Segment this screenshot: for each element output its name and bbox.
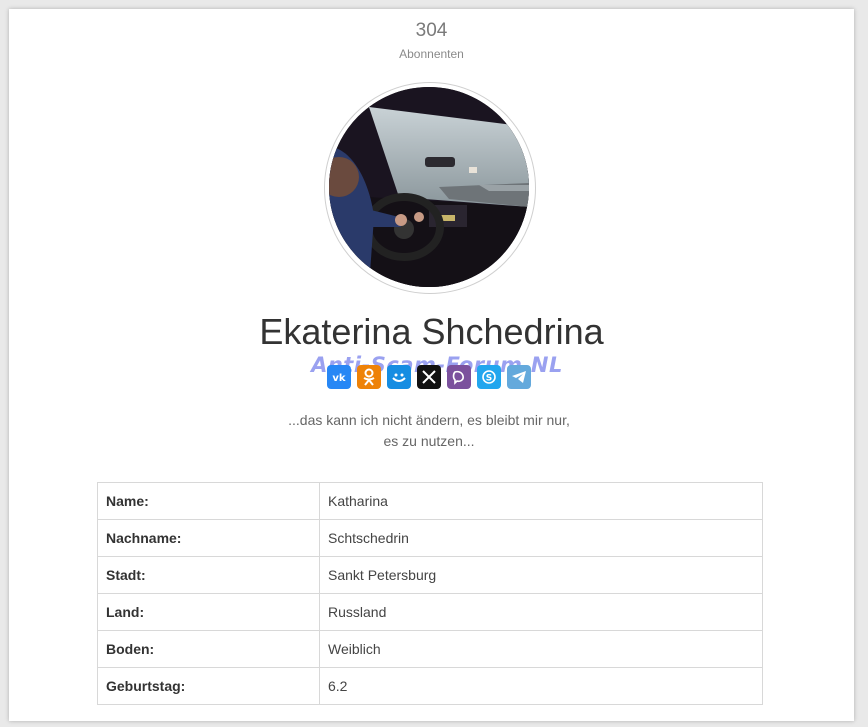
field-key: Geburtstag: — [97, 667, 320, 705]
svg-text:vk: vk — [332, 373, 346, 383]
viber-icon[interactable] — [447, 365, 471, 389]
subscribers-count[interactable]: 304 — [9, 20, 854, 42]
table-row: Boden: Weiblich — [97, 630, 763, 668]
x-twitter-icon[interactable] — [417, 365, 441, 389]
odnoklassniki-icon[interactable] — [357, 365, 381, 389]
field-key: Boden: — [97, 630, 320, 668]
svg-text:S: S — [486, 374, 492, 384]
profile-status: ...das kann ich nicht ändern, es bleibt … — [288, 412, 570, 449]
field-value: Weiblich — [319, 630, 763, 668]
table-row: Name: Katharina — [97, 482, 763, 520]
table-row: Land: Russland — [97, 593, 763, 631]
avatar[interactable] — [329, 87, 529, 287]
table-row: Stadt: Sankt Petersburg — [97, 556, 763, 594]
field-value: Sankt Petersburg — [319, 556, 763, 594]
social-share-bar: vk S — [327, 365, 531, 389]
telegram-icon[interactable] — [507, 365, 531, 389]
field-value: Schtschedrin — [319, 519, 763, 557]
mailru-icon[interactable] — [387, 365, 411, 389]
table-row: Nachname: Schtschedrin — [97, 519, 763, 557]
avatar-photo — [329, 87, 529, 287]
profile-info-table: Name: Katharina Nachname: Schtschedrin S… — [97, 482, 763, 705]
field-value: Russland — [319, 593, 763, 631]
subscribers-label[interactable]: Abonnenten — [9, 47, 854, 61]
field-key: Stadt: — [97, 556, 320, 594]
field-value: Katharina — [319, 482, 763, 520]
table-row: Geburtstag: 6.2 — [97, 667, 763, 705]
vk-icon[interactable]: vk — [327, 365, 351, 389]
field-key: Land: — [97, 593, 320, 631]
profile-card: 304 Abonnenten Ekaterina Shchedrina vk S… — [9, 9, 854, 721]
field-value: 6.2 — [319, 667, 763, 705]
field-key: Name: — [97, 482, 320, 520]
profile-name: Ekaterina Shchedrina — [259, 311, 604, 352]
skype-icon[interactable]: S — [477, 365, 501, 389]
field-key: Nachname: — [97, 519, 320, 557]
